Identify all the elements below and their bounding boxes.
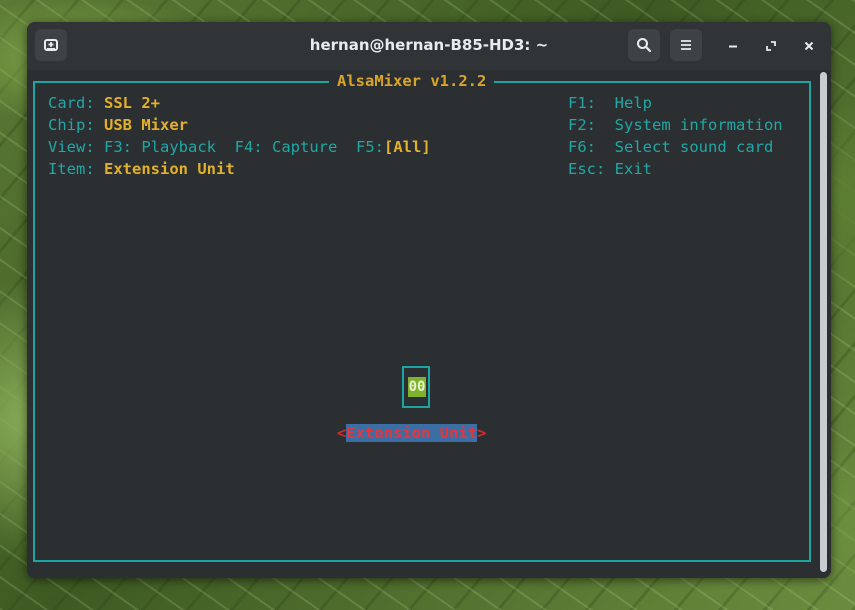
help-key: F1:	[568, 94, 596, 112]
help-text: System information	[614, 116, 783, 134]
view-line: View: F3: Playback F4: Capture F5:[All]	[48, 136, 431, 158]
help-key: F6:	[568, 138, 596, 156]
view-all[interactable]: [All]	[384, 138, 431, 156]
help-key: Esc:	[568, 160, 606, 178]
control-value: 00	[408, 377, 426, 397]
control-left-bracket: <	[337, 424, 347, 442]
help-text: Help	[614, 94, 652, 112]
item-label: Item:	[48, 160, 95, 178]
minimize-button[interactable]	[721, 34, 745, 58]
item-line: Item: Extension Unit	[48, 158, 235, 180]
card-label: Card:	[48, 94, 95, 112]
item-value: Extension Unit	[104, 160, 235, 178]
card-line: Card: SSL 2+	[48, 92, 160, 114]
chip-line: Chip: USB Mixer	[48, 114, 188, 136]
search-button[interactable]	[628, 29, 660, 61]
terminal-content[interactable]: AlsaMixer v1.2.2 Card: SSL 2+ Chip: USB …	[27, 70, 831, 578]
window-title: hernan@hernan-B85-HD3: ~	[309, 36, 549, 54]
title-bar: hernan@hernan-B85-HD3: ~	[27, 22, 831, 70]
help-f6: F6: Select sound card	[568, 136, 773, 158]
terminal-scrollbar[interactable]	[820, 72, 827, 572]
chip-label: Chip:	[48, 116, 95, 134]
menu-button[interactable]	[670, 29, 702, 61]
view-label: View:	[48, 138, 95, 156]
help-text: Select sound card	[614, 138, 774, 156]
help-esc: Esc: Exit	[568, 158, 652, 180]
view-all-key: F5:	[356, 138, 384, 156]
help-f1: F1: Help	[568, 92, 652, 114]
view-capture[interactable]: F4: Capture	[235, 138, 338, 156]
maximize-button[interactable]	[759, 34, 783, 58]
help-f2: F2: System information	[568, 114, 783, 136]
close-button[interactable]	[797, 34, 821, 58]
alsamixer-title: AlsaMixer v1.2.2	[329, 72, 495, 90]
minimize-icon	[727, 37, 739, 56]
help-key: F2:	[568, 116, 596, 134]
control-right-bracket: >	[477, 424, 487, 442]
control-meter[interactable]: 00	[402, 366, 430, 408]
chip-value: USB Mixer	[104, 116, 189, 134]
maximize-icon	[765, 37, 777, 56]
terminal-window: hernan@hernan-B85-HD3: ~ AlsaMixer v1.2.…	[27, 22, 831, 578]
search-icon	[636, 37, 652, 53]
card-value: SSL 2+	[104, 94, 161, 112]
control-name: Extension Unit	[346, 424, 477, 442]
close-icon	[803, 37, 815, 56]
control-label[interactable]: <Extension Unit>	[337, 422, 486, 444]
help-text: Exit	[614, 160, 652, 178]
view-playback[interactable]: F3: Playback	[104, 138, 216, 156]
hamburger-menu-icon	[679, 38, 693, 52]
